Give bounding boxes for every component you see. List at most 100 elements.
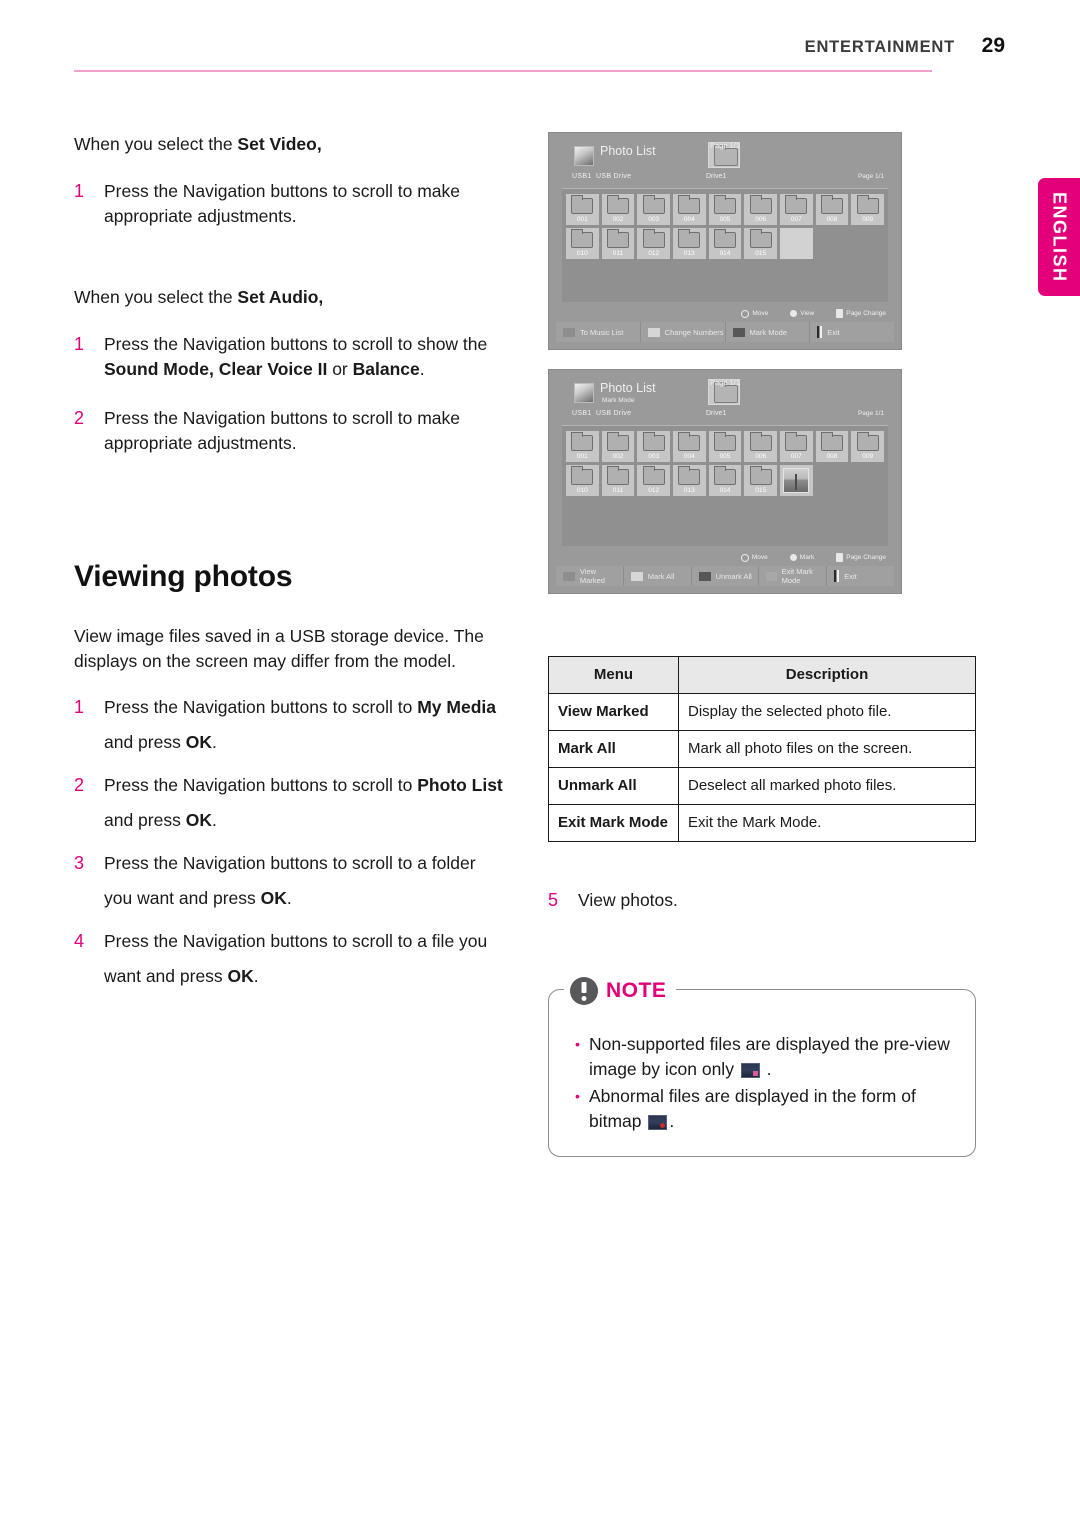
table-row: Unmark All Deselect all marked photo file… bbox=[548, 767, 976, 805]
item-label: 002 bbox=[612, 216, 624, 223]
tv-color-button-bar: To Music List Change Numbers Mark Mode Exit bbox=[556, 322, 894, 342]
folder-item[interactable]: 001 bbox=[566, 194, 599, 225]
folder-item[interactable]: 004 bbox=[673, 431, 706, 462]
photo-list-screenshot: Photo List USB1 USB Drive Drive1 Page 1/… bbox=[548, 132, 902, 350]
folder-item[interactable]: 007 bbox=[780, 431, 813, 462]
item-label: 004 bbox=[683, 453, 695, 460]
folder-icon bbox=[642, 195, 665, 214]
folder-icon bbox=[571, 229, 594, 248]
item-label: 005 bbox=[719, 453, 731, 460]
section-title: Viewing photos bbox=[74, 560, 293, 593]
item-label: 011 bbox=[612, 487, 624, 494]
photo-step-5: 5 View photos. bbox=[548, 888, 976, 913]
step-text-bold: My Media bbox=[417, 697, 496, 717]
table-body: View Marked Display the selected photo fi… bbox=[548, 693, 976, 842]
folder-item[interactable]: 002 bbox=[601, 194, 635, 225]
folder-item[interactable]: 012 bbox=[637, 228, 670, 259]
language-tab-label: ENGLISH bbox=[1049, 191, 1070, 283]
folder-item[interactable]: 013 bbox=[673, 465, 706, 496]
hint-label: Page Change bbox=[846, 310, 886, 317]
item-label: 012 bbox=[648, 250, 660, 257]
tv-button-label: Exit bbox=[844, 571, 857, 581]
item-label: 008 bbox=[826, 216, 838, 223]
item-label: 007 bbox=[790, 453, 802, 460]
tv-button-exit[interactable]: Exit bbox=[809, 322, 894, 342]
tv-button-exit[interactable]: Exit bbox=[826, 566, 894, 586]
folder-item[interactable]: 008 bbox=[815, 431, 849, 462]
hint-label: Move bbox=[752, 310, 769, 317]
item-label: 009 bbox=[862, 216, 874, 223]
step-number: 2 bbox=[74, 408, 85, 428]
item-label: 009 bbox=[862, 453, 874, 460]
folder-item[interactable]: 005 bbox=[708, 431, 742, 462]
folder-item[interactable]: 005 bbox=[708, 194, 742, 225]
folder-item[interactable]: 003 bbox=[637, 431, 670, 462]
photo-list-mark-mode-screenshot: Photo List Mark Mode USB1 USB Drive Driv… bbox=[548, 369, 902, 594]
error-marker-icon bbox=[660, 1123, 666, 1128]
step-number: 1 bbox=[74, 697, 85, 717]
folder-item[interactable]: 009 bbox=[851, 194, 884, 225]
page-icon bbox=[836, 309, 844, 318]
folder-item[interactable]: 010 bbox=[566, 465, 599, 496]
folder-item[interactable]: 006 bbox=[744, 431, 777, 462]
tv-button-exit-mark-mode[interactable]: Exit Mark Mode bbox=[758, 566, 827, 586]
tv-usb-port: USB1 bbox=[572, 410, 592, 417]
folder-item[interactable]: 015 bbox=[744, 465, 777, 496]
folder-item[interactable]: 007 bbox=[780, 194, 813, 225]
folder-item[interactable]: 014 bbox=[708, 465, 742, 496]
folder-item[interactable]: 003 bbox=[637, 194, 670, 225]
tv-page-indicator-right: Page 1/1 bbox=[857, 173, 884, 180]
yellow-swatch-icon bbox=[698, 571, 711, 581]
header-section-title: ENTERTAINMENT bbox=[804, 38, 955, 56]
tv-drive-label: Drive1 bbox=[706, 410, 727, 417]
step-text-bold: OK bbox=[227, 966, 254, 986]
document-page: ENTERTAINMENT 29 ENGLISH When you select… bbox=[0, 0, 1080, 1524]
tv-button-view-marked[interactable]: View Marked bbox=[556, 566, 623, 586]
item-label: 013 bbox=[683, 250, 695, 257]
item-label: 002 bbox=[612, 453, 624, 460]
photo-item[interactable] bbox=[780, 465, 813, 496]
tv-button-to-music-list[interactable]: To Music List bbox=[556, 322, 640, 342]
empty-cell[interactable] bbox=[780, 228, 813, 259]
tv-usb-drive: USB Drive bbox=[596, 410, 632, 417]
folder-icon bbox=[749, 229, 772, 248]
folder-icon bbox=[642, 229, 665, 248]
exit-swatch-icon bbox=[834, 570, 840, 582]
folder-item[interactable]: 008 bbox=[815, 194, 849, 225]
photo-step-2: 2 Press the Navigation buttons to scroll… bbox=[74, 768, 504, 838]
folder-item[interactable]: 004 bbox=[673, 194, 706, 225]
set-video-intro-bold: Set Video, bbox=[237, 134, 322, 154]
folder-item[interactable]: 013 bbox=[673, 228, 706, 259]
folder-item[interactable]: 015 bbox=[744, 228, 777, 259]
tv-button-unmark-all[interactable]: Unmark All bbox=[690, 566, 759, 586]
folder-item[interactable]: 012 bbox=[637, 465, 670, 496]
step-text-part: Press the Navigation buttons to scroll t… bbox=[104, 697, 418, 717]
step-text: Press the Navigation buttons to scroll t… bbox=[104, 690, 504, 760]
folder-icon bbox=[749, 195, 772, 214]
dpad-icon bbox=[740, 553, 749, 562]
folder-item[interactable]: 010 bbox=[566, 228, 599, 259]
folder-item[interactable]: 009 bbox=[851, 431, 884, 462]
folder-icon bbox=[713, 432, 736, 451]
note-item-text: Abnormal files are displayed in the form… bbox=[589, 1086, 916, 1131]
tv-button-mark-mode[interactable]: Mark Mode bbox=[724, 322, 810, 342]
hint-label: Mark bbox=[799, 554, 815, 561]
tv-button-label: Change Numbers bbox=[664, 327, 724, 337]
tv-page-indicator-top: Page 1/1 bbox=[709, 378, 741, 387]
folder-item[interactable]: 002 bbox=[601, 431, 635, 462]
folder-item[interactable]: 011 bbox=[601, 228, 635, 259]
tv-button-change-numbers[interactable]: Change Numbers bbox=[639, 322, 725, 342]
folder-item[interactable]: 011 bbox=[601, 465, 635, 496]
folder-icon bbox=[642, 432, 665, 451]
folder-item[interactable]: 006 bbox=[744, 194, 777, 225]
tv-button-mark-all[interactable]: Mark All bbox=[622, 566, 691, 586]
step-text-part: Press the Navigation buttons to scroll t… bbox=[104, 334, 488, 354]
item-label: 015 bbox=[755, 250, 767, 257]
step-text-part: . bbox=[211, 810, 217, 830]
step-number: 2 bbox=[74, 775, 85, 795]
note-item-list: Non-supported files are displayed the pr… bbox=[573, 1032, 957, 1134]
tv-header-1: Photo List USB1 USB Drive Drive1 Page 1/… bbox=[556, 140, 894, 188]
folder-item[interactable]: 001 bbox=[566, 431, 599, 462]
step-number: 5 bbox=[548, 890, 559, 910]
folder-item[interactable]: 014 bbox=[708, 228, 742, 259]
